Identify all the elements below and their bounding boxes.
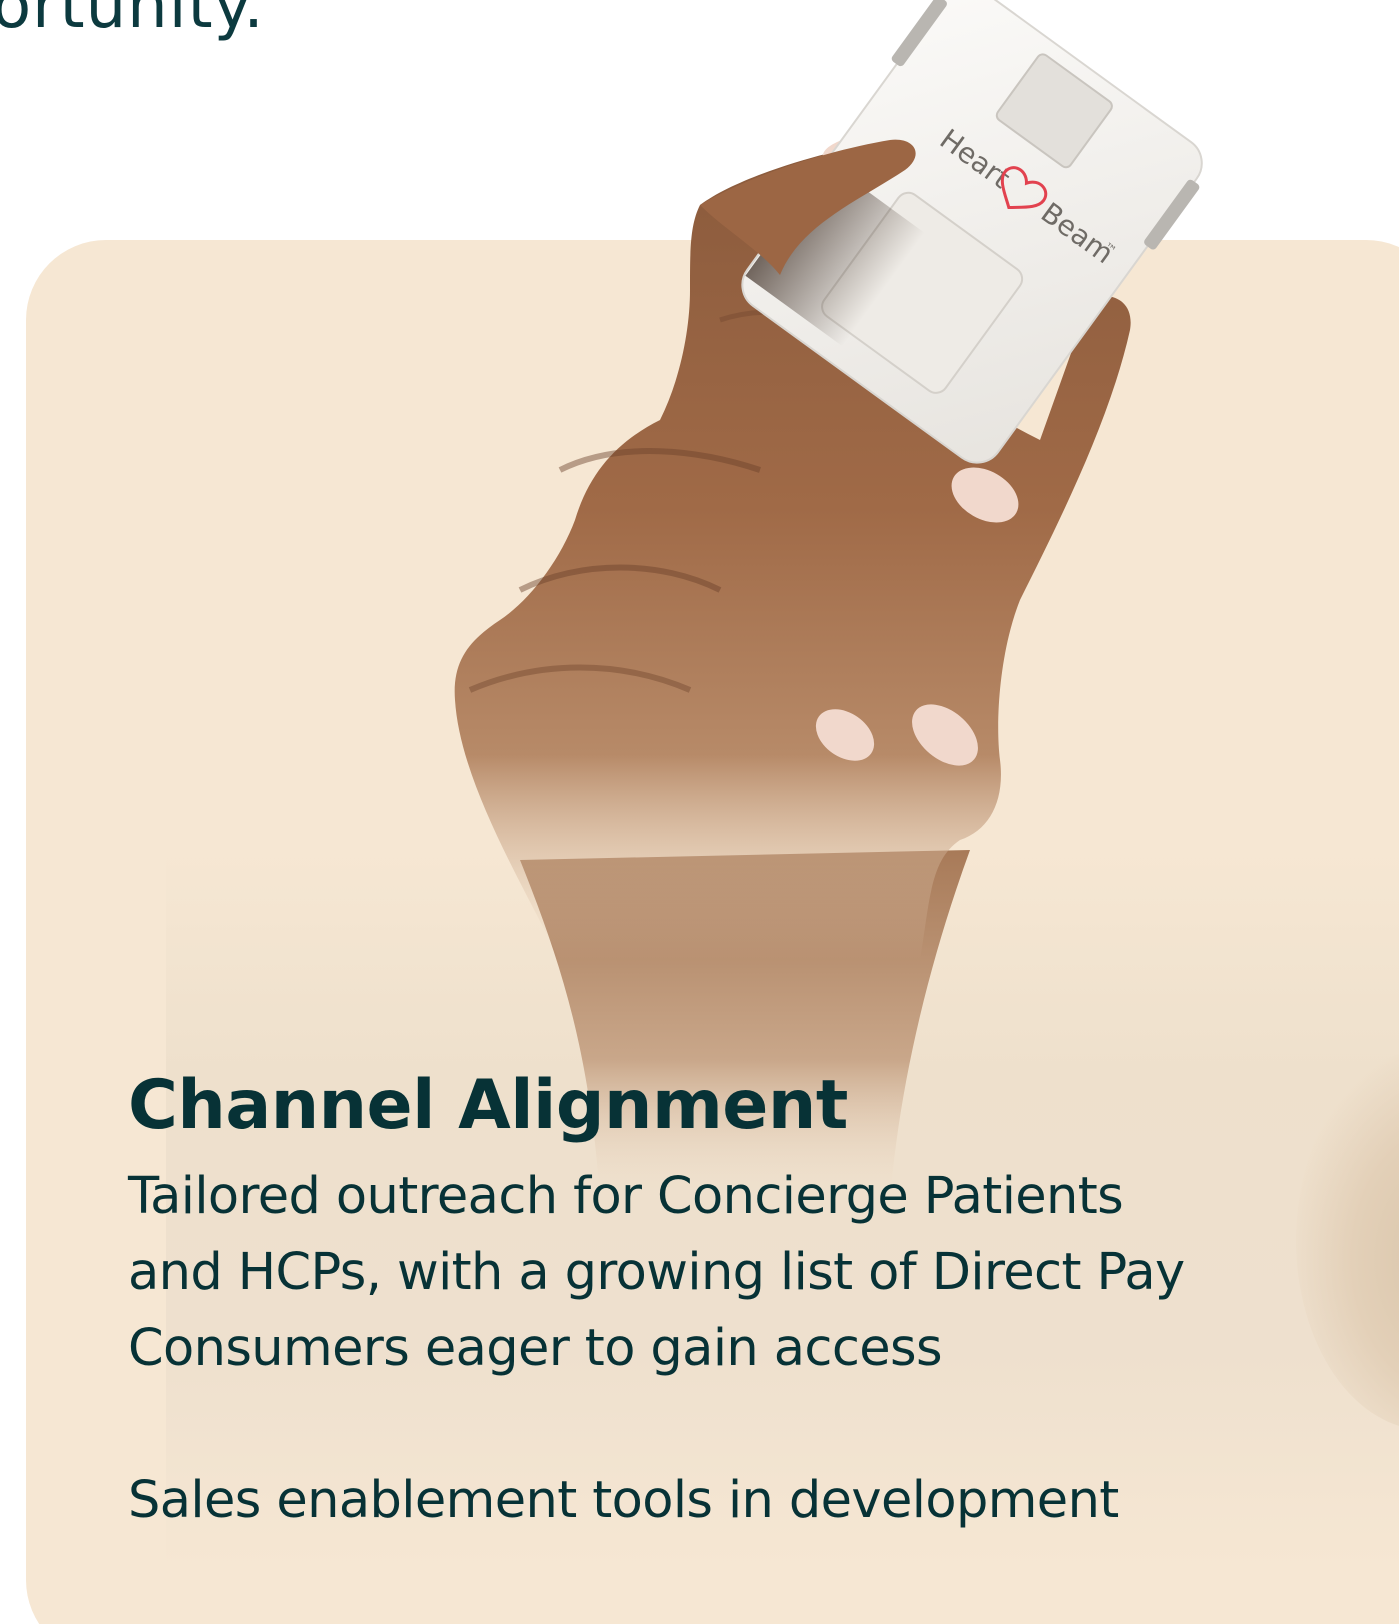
brand-heart-text: Heart bbox=[934, 123, 1016, 196]
fingernail bbox=[822, 136, 878, 164]
description-line: Consumers eager to gain access bbox=[128, 1319, 943, 1378]
card-description: Tailored outreach for Concierge Patients… bbox=[128, 1159, 1368, 1387]
heart-logo-icon bbox=[1000, 166, 1048, 210]
previous-section-text: ortunity. bbox=[0, 0, 265, 43]
card-content: Channel Alignment Tailored outreach for … bbox=[128, 1063, 1368, 1539]
card-note: Sales enablement tools in development bbox=[128, 1471, 1119, 1530]
description-line: Tailored outreach for Concierge Patients bbox=[128, 1167, 1124, 1226]
description-line: and HCPs, with a growing list of Direct … bbox=[128, 1243, 1185, 1302]
page: ortunity. Heart Beam ™ Channel Alignment… bbox=[0, 0, 1399, 1624]
card-title: Channel Alignment bbox=[128, 1066, 848, 1145]
